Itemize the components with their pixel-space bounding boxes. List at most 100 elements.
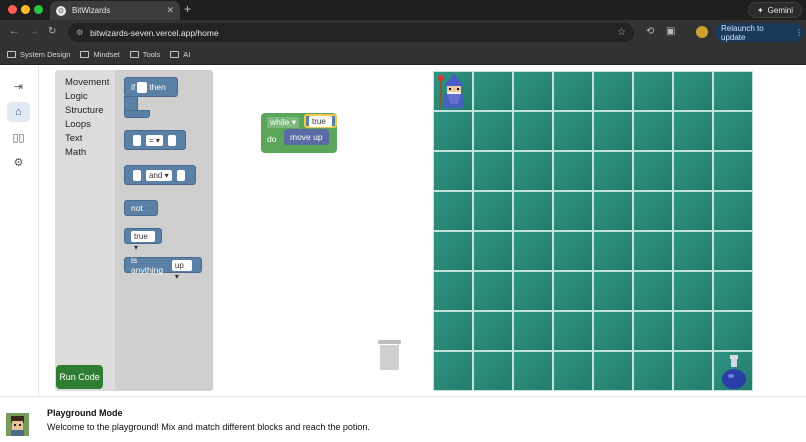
grid-cell	[473, 111, 513, 151]
grid-cell	[513, 311, 553, 351]
move-up-block[interactable]: move up	[284, 129, 329, 145]
collapse-sidebar-button[interactable]: ⇥	[7, 76, 30, 96]
compare-operator-dropdown[interactable]: = ▾	[146, 134, 163, 146]
and-block[interactable]: and ▾	[124, 165, 196, 185]
not-block[interactable]: not	[124, 200, 158, 216]
browser-tab[interactable]: ⊙ BitWizards ✕	[50, 1, 180, 20]
bookmark-folder[interactable]: Mindset	[80, 50, 120, 59]
grid-cell	[673, 351, 713, 391]
bookmark-folder[interactable]: System Design	[7, 50, 70, 59]
true-dropdown[interactable]: true ▾	[131, 230, 155, 252]
forward-arrow-icon[interactable]: →	[29, 26, 39, 37]
category-logic[interactable]: Logic	[65, 90, 109, 104]
bookmark-folder[interactable]: AI	[170, 50, 190, 59]
close-tab-icon[interactable]: ✕	[166, 5, 174, 16]
grid-cell	[633, 351, 673, 391]
workspace: Movement Logic Structure Loops Text Math…	[39, 66, 806, 396]
minimize-window-button[interactable]	[21, 5, 30, 14]
compare-operator-label: =	[149, 135, 154, 145]
grid-cell	[593, 271, 633, 311]
grid-cell	[593, 111, 633, 151]
game-grid	[433, 71, 753, 391]
trash-icon[interactable]	[378, 340, 401, 370]
grid-cell	[473, 71, 513, 111]
category-structure[interactable]: Structure	[65, 104, 109, 118]
profile-avatar[interactable]	[696, 26, 708, 38]
grid-cell	[593, 311, 633, 351]
grid-cell	[713, 151, 753, 191]
folder-icon	[170, 51, 180, 58]
history-icon[interactable]: ⟲	[646, 26, 654, 37]
grid-cell	[513, 191, 553, 231]
grid-cell	[433, 191, 473, 231]
grid-cell	[473, 191, 513, 231]
grid-cell	[673, 151, 713, 191]
app-sidebar: ⇥ ⌂ ▯▯ ⚙	[0, 66, 39, 396]
grid-cell	[473, 151, 513, 191]
compare-block[interactable]: = ▾	[124, 130, 186, 150]
block-flyout: if then = ▾ and ▾ not true ▾ is anything…	[115, 70, 213, 391]
folder-icon	[80, 51, 90, 58]
category-loops[interactable]: Loops	[65, 118, 109, 132]
category-movement[interactable]: Movement	[65, 76, 109, 90]
side-panel-icon[interactable]: ▣	[666, 26, 675, 37]
site-settings-icon[interactable]: ⚙	[76, 28, 83, 37]
and-operator-dropdown[interactable]: and ▾	[146, 169, 172, 181]
then-label: then	[149, 82, 166, 92]
category-math[interactable]: Math	[65, 146, 109, 160]
bookmark-folder[interactable]: Tools	[129, 50, 160, 59]
grid-cell	[593, 351, 633, 391]
grid-cell	[473, 271, 513, 311]
grid-cell	[433, 71, 473, 111]
wizard-sprite-icon	[438, 74, 464, 108]
grid-cell	[473, 231, 513, 271]
book-nav-button[interactable]: ▯▯	[7, 127, 30, 147]
reload-icon[interactable]: ↻	[48, 26, 56, 37]
do-label: do	[267, 134, 277, 144]
grid-cell	[433, 231, 473, 271]
relaunch-button[interactable]: Relaunch to update ⋮	[715, 23, 803, 42]
home-nav-button[interactable]: ⌂	[7, 102, 30, 122]
back-arrow-icon[interactable]: ←	[9, 26, 19, 37]
grid-cell	[553, 271, 593, 311]
wizard-face-icon	[6, 413, 29, 436]
bookmark-label: AI	[183, 50, 191, 59]
block-toolbox: Movement Logic Structure Loops Text Math…	[55, 70, 213, 391]
while-dropdown[interactable]: while ▾	[267, 117, 300, 128]
maximize-window-button[interactable]	[34, 5, 43, 14]
bookmark-star-icon[interactable]: ☆	[617, 27, 626, 38]
and-label: and	[149, 170, 163, 180]
grid-cell	[433, 351, 473, 391]
new-tab-button[interactable]: +	[184, 2, 191, 16]
grid-cell	[553, 71, 593, 111]
grid-cell	[633, 271, 673, 311]
more-menu-icon[interactable]: ⋮	[795, 28, 803, 37]
direction-dropdown[interactable]: up ▾	[171, 259, 192, 281]
if-then-block[interactable]: if then	[124, 77, 178, 97]
is-anything-block[interactable]: is anything up ▾	[124, 255, 202, 281]
close-window-button[interactable]	[8, 5, 17, 14]
grid-cell	[713, 111, 753, 151]
grid-cell	[673, 231, 713, 271]
grid-cell	[513, 151, 553, 191]
while-label: while	[270, 117, 290, 127]
grid-cell	[513, 111, 553, 151]
true-block[interactable]: true ▾	[124, 228, 162, 252]
settings-nav-button[interactable]: ⚙	[7, 152, 30, 172]
grid-cell	[473, 311, 513, 351]
mode-title: Playground Mode	[47, 408, 123, 418]
gemini-button[interactable]: ✦ Gemini	[747, 2, 802, 18]
grid-cell	[433, 111, 473, 151]
trash-body	[380, 345, 399, 370]
grid-cell	[633, 311, 673, 351]
address-bar[interactable]: ⚙ bitwizards-seven.vercel.app/home ☆	[68, 23, 634, 42]
while-true-dropdown[interactable]: true ▾	[309, 115, 332, 137]
grid-cell	[433, 311, 473, 351]
grid-cell	[593, 231, 633, 271]
while-condition-block[interactable]: true ▾	[304, 114, 337, 137]
grid-cell	[713, 191, 753, 231]
run-code-button[interactable]: Run Code	[56, 365, 103, 389]
category-text[interactable]: Text	[65, 132, 109, 146]
grid-cell	[433, 271, 473, 311]
bookmarks-bar: System Design Mindset Tools AI	[0, 45, 806, 65]
